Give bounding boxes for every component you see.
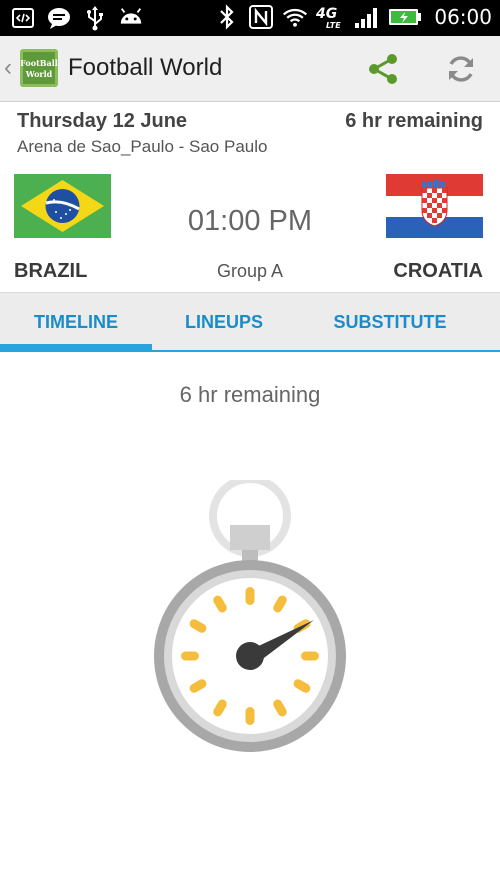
back-chevron-icon[interactable]: ‹ (4, 54, 12, 82)
svg-text:4G: 4G (316, 6, 337, 22)
tab-bar-underline (0, 350, 500, 352)
battery-icon (388, 4, 422, 30)
countdown-text: 6 hr remaining (179, 382, 321, 407)
system-icons: 4G LTE 06:00 (214, 4, 492, 30)
stopwatch-tick-mark (245, 707, 255, 725)
share-icon (369, 54, 397, 84)
match-time-remaining: 6 hr remaining (345, 110, 483, 132)
clock: 06:00 (434, 5, 492, 29)
tab-lineups[interactable]: LINEUPS (148, 293, 300, 352)
wifi-icon (282, 4, 308, 30)
refresh-button[interactable] (438, 48, 484, 90)
logo-text-line1: FootBall (20, 58, 58, 68)
stopwatch-icon (150, 475, 350, 760)
tab-bar: TIMELINE LINEUPS SUBSTITUTE (0, 292, 500, 352)
stopwatch-tick-mark (181, 651, 199, 661)
usb-icon (82, 5, 108, 31)
match-date: Thursday 12 June (17, 110, 188, 132)
signal-icon (354, 4, 380, 30)
app-title: Football World (68, 54, 223, 81)
match-venue: Arena de Sao_Paulo - Sao Paulo (17, 137, 268, 156)
stopwatch-tick-mark (245, 587, 255, 605)
lte-icon: 4G LTE (316, 4, 346, 30)
tab-substitute[interactable]: SUBSTITUTE (307, 293, 473, 352)
croatia-flag (386, 174, 483, 238)
logo-background (23, 52, 55, 84)
app-logo[interactable]: FootBall World (20, 49, 58, 87)
share-button[interactable] (362, 48, 404, 90)
nfc-icon (248, 4, 274, 30)
bluetooth-icon (214, 4, 240, 30)
svg-text:LTE: LTE (326, 21, 341, 30)
chat-icon (46, 5, 72, 31)
notification-icons (10, 5, 144, 31)
status-bar: 4G LTE 06:00 (0, 0, 500, 36)
away-team-name: CROATIA (393, 260, 483, 282)
code-icon (10, 5, 36, 31)
action-bar: ‹ FootBall World Football World (0, 36, 500, 102)
stopwatch-tick-mark (301, 651, 319, 661)
android-icon (118, 5, 144, 31)
logo-text-line2: World (25, 69, 53, 79)
refresh-icon (449, 56, 473, 82)
